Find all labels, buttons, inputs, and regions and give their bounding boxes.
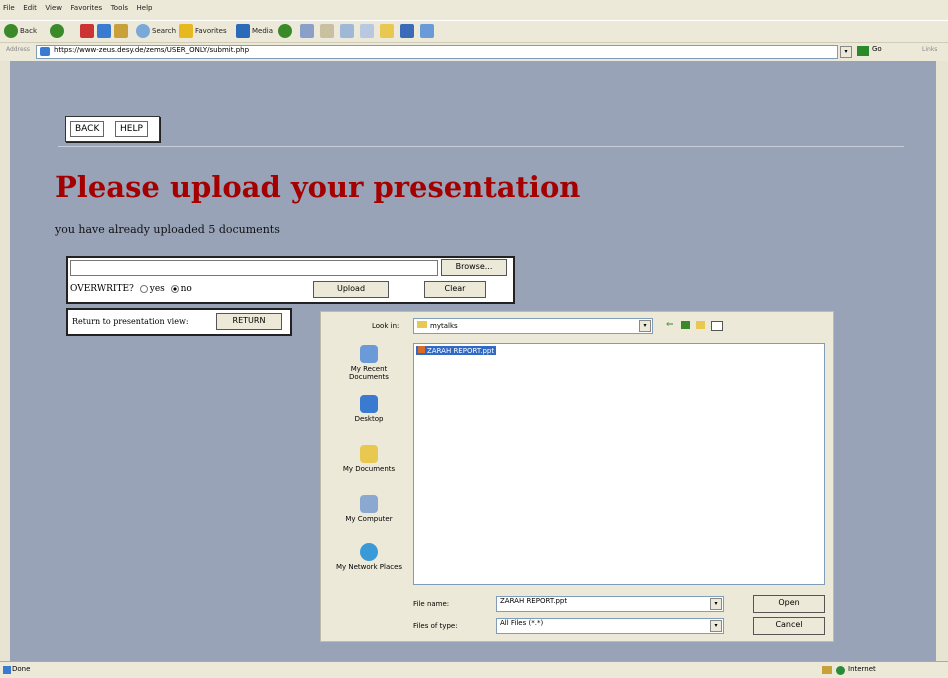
home-icon[interactable] (114, 24, 128, 38)
view-menu-icon[interactable] (711, 321, 723, 331)
open-button[interactable]: Open (753, 595, 825, 613)
overwrite-no-radio[interactable] (170, 284, 179, 293)
internet-zone-icon (836, 666, 845, 675)
help-link-button[interactable]: HELP (115, 121, 148, 137)
recent-documents-icon (360, 345, 378, 363)
address-dropdown-icon[interactable]: ▾ (840, 46, 852, 58)
overwrite-option: OVERWRITE? yes no (70, 284, 192, 294)
cancel-button[interactable]: Cancel (753, 617, 825, 635)
lock-icon (822, 666, 832, 674)
page-icon (40, 47, 50, 56)
status-bar (0, 661, 948, 678)
look-in-label: Look in: (372, 322, 400, 330)
go-button[interactable]: Go (872, 45, 882, 53)
folder-icon[interactable] (380, 24, 394, 38)
places-bar: My Recent Documents Desktop My Documents… (333, 343, 405, 593)
nav-box: BACK HELP (65, 116, 160, 142)
chevron-down-icon[interactable]: ▾ (639, 320, 651, 332)
page-title: Please upload your presentation (55, 170, 581, 204)
media-button[interactable]: Media (252, 24, 273, 38)
address-label: Address (6, 46, 30, 53)
file-item-name: ZARAH REPORT.ppt (427, 347, 495, 355)
clear-button[interactable]: Clear (424, 281, 486, 298)
place-my-documents[interactable]: My Documents (333, 445, 405, 473)
go-arrow-icon[interactable] (857, 46, 869, 56)
chevron-down-icon[interactable]: ▾ (710, 598, 722, 610)
place-label: My Documents (342, 465, 396, 473)
history-icon[interactable] (278, 24, 292, 38)
back-button[interactable]: Back (20, 24, 37, 38)
my-documents-icon (360, 445, 378, 463)
return-label: Return to presentation view: (72, 317, 189, 326)
ppt-file-icon (418, 346, 425, 353)
folder-icon (417, 321, 427, 328)
print-icon[interactable] (320, 24, 334, 38)
place-my-computer[interactable]: My Computer (333, 495, 405, 523)
status-text: Done (12, 665, 31, 673)
place-label: Desktop (354, 415, 384, 423)
research-icon[interactable] (420, 24, 434, 38)
file-type-select[interactable]: All Files (*.*) ▾ (496, 618, 724, 634)
file-path-input[interactable] (70, 260, 438, 276)
up-folder-icon[interactable] (681, 321, 690, 329)
new-folder-icon[interactable] (696, 321, 705, 329)
file-list[interactable] (413, 343, 825, 585)
browse-button[interactable]: Browse... (441, 259, 507, 276)
file-item[interactable]: ZARAH REPORT.ppt (416, 346, 497, 355)
overwrite-yes-radio[interactable] (139, 284, 148, 293)
menu-help[interactable]: Help (134, 0, 156, 12)
favorites-button[interactable]: Favorites (195, 24, 227, 38)
menu-view[interactable]: View (42, 0, 65, 12)
messenger-icon[interactable] (400, 24, 414, 38)
refresh-icon[interactable] (97, 24, 111, 38)
overwrite-no-label: no (180, 284, 192, 294)
overwrite-label: OVERWRITE? (70, 284, 134, 294)
place-recent-documents[interactable]: My Recent Documents (333, 345, 405, 381)
network-places-icon (360, 543, 378, 561)
file-name-value: ZARAH REPORT.ppt (500, 597, 568, 605)
return-button[interactable]: RETURN (216, 313, 282, 330)
back-folder-icon[interactable]: ⇐ (666, 320, 674, 330)
stop-icon[interactable] (80, 24, 94, 38)
search-button[interactable]: Search (152, 24, 176, 38)
divider (58, 146, 904, 147)
back-link-button[interactable]: BACK (70, 121, 105, 137)
file-type-value: All Files (*.*) (500, 619, 544, 627)
links-label[interactable]: Links (922, 46, 937, 53)
look-in-select[interactable]: mytalks ▾ (413, 318, 653, 334)
menu-file[interactable]: File (0, 0, 18, 12)
media-icon[interactable] (236, 24, 250, 38)
menu-favorites[interactable]: Favorites (68, 0, 106, 12)
file-name-input[interactable]: ZARAH REPORT.ppt ▾ (496, 596, 724, 612)
page-done-icon (3, 666, 11, 674)
menu-bar: File Edit View Favorites Tools Help (0, 0, 948, 20)
look-in-value: mytalks (430, 322, 458, 330)
place-label: My Computer (345, 515, 393, 523)
browser-toolbar: Back Search Favorites Media (0, 20, 948, 43)
place-label: My Recent Documents (349, 365, 389, 381)
edit-icon[interactable] (340, 24, 354, 38)
favorites-star-icon[interactable] (179, 24, 193, 38)
place-network-places[interactable]: My Network Places (333, 543, 405, 571)
search-icon[interactable] (136, 24, 150, 38)
discuss-icon[interactable] (360, 24, 374, 38)
upload-button[interactable]: Upload (313, 281, 389, 298)
file-name-label: File name: (413, 600, 450, 608)
my-computer-icon (360, 495, 378, 513)
upload-count-text: you have already uploaded 5 documents (55, 223, 280, 236)
menu-edit[interactable]: Edit (20, 0, 40, 12)
mail-icon[interactable] (300, 24, 314, 38)
security-zone-text: Internet (848, 665, 876, 673)
overwrite-yes-label: yes (149, 284, 165, 294)
menu-tools[interactable]: Tools (108, 0, 131, 12)
desktop-icon (360, 395, 378, 413)
forward-arrow-icon[interactable] (50, 24, 64, 38)
chevron-down-icon[interactable]: ▾ (710, 620, 722, 632)
back-arrow-icon[interactable] (4, 24, 18, 38)
file-type-label: Files of type: (413, 622, 458, 630)
place-label: My Network Places (335, 563, 403, 571)
address-url[interactable]: https://www-zeus.desy.de/zems/USER_ONLY/… (54, 46, 249, 54)
place-desktop[interactable]: Desktop (333, 395, 405, 423)
